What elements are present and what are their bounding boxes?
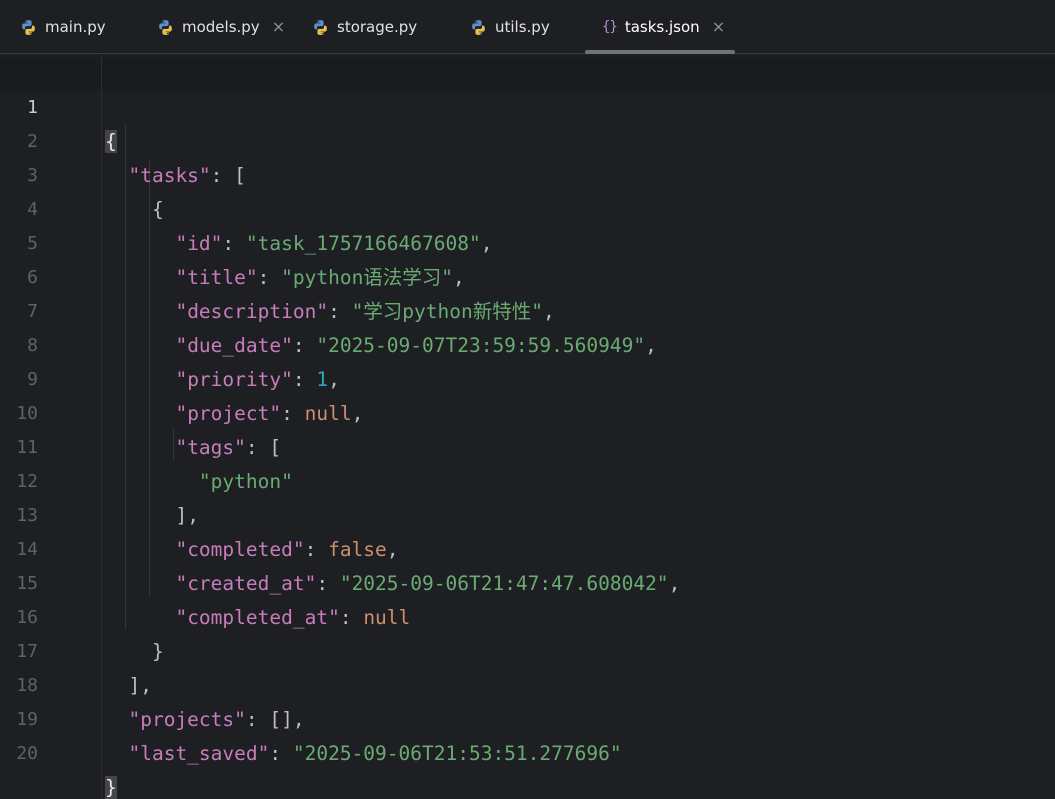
code-line[interactable]: 11 "python" xyxy=(0,397,1055,493)
code-line[interactable]: 12 ], xyxy=(0,431,1055,527)
tab-label: main.py xyxy=(45,18,106,36)
tab-label: tasks.json xyxy=(624,18,700,36)
code-line[interactable]: 7 "due_date": "2025-09-07T23:59:59.56094… xyxy=(0,261,1055,357)
code-line[interactable]: 6 "description": "学习python新特性", xyxy=(0,227,1055,323)
python-file-icon xyxy=(159,19,172,35)
punctuation: : xyxy=(269,742,293,765)
editor-tab-bar: main.py models.py × storage.py utils.py xyxy=(0,0,1055,54)
code-line[interactable]: 17 ], xyxy=(0,601,1055,697)
code-line[interactable]: 13 "completed": false, xyxy=(0,465,1055,561)
tab-models-py[interactable]: models.py × xyxy=(157,0,285,54)
code-line[interactable]: 8 "priority": 1, xyxy=(0,295,1055,391)
tab-tasks-json[interactable]: {} tasks.json × xyxy=(602,0,725,54)
tab-storage-py[interactable]: storage.py xyxy=(312,0,417,54)
json-string: "2025-09-06T21:53:51.277696" xyxy=(292,742,622,765)
code-line[interactable]: 9 "project": null, xyxy=(0,329,1055,425)
code-line[interactable]: 1 { xyxy=(0,57,1055,153)
brace-match: } xyxy=(105,776,117,799)
code-editor[interactable]: 1 { 2 "tasks": [ 3 { 4 "id": "task_17571… xyxy=(0,55,1055,799)
code-line[interactable]: 16 } xyxy=(0,567,1055,663)
python-file-icon xyxy=(472,19,485,35)
code-line[interactable]: 18 "projects": [], xyxy=(0,635,1055,731)
code-line[interactable]: 14 "created_at": "2025-09-06T21:47:47.60… xyxy=(0,499,1055,595)
python-file-icon xyxy=(22,19,35,35)
close-icon[interactable]: × xyxy=(272,19,285,35)
code-line[interactable]: 2 "tasks": [ xyxy=(0,91,1055,187)
code-line[interactable]: 19 "last_saved": "2025-09-06T21:53:51.27… xyxy=(0,669,1055,765)
tab-label: utils.py xyxy=(495,18,550,36)
line-number: 20 xyxy=(16,743,38,764)
code-line[interactable]: 15 "completed_at": null xyxy=(0,533,1055,629)
tab-main-py[interactable]: main.py xyxy=(20,0,106,54)
code-line[interactable]: 5 "title": "python语法学习", xyxy=(0,193,1055,289)
python-file-icon xyxy=(314,19,327,35)
tab-label: models.py xyxy=(182,18,260,36)
tab-utils-py[interactable]: utils.py xyxy=(470,0,550,54)
code-line[interactable]: 3 { xyxy=(0,125,1055,221)
code-line[interactable]: 10 "tags": [ xyxy=(0,363,1055,459)
json-file-icon: {} xyxy=(602,19,618,35)
code-line[interactable]: 20 } xyxy=(0,703,1055,799)
close-icon[interactable]: × xyxy=(712,19,725,35)
code-line[interactable]: 4 "id": "task_1757166467608", xyxy=(0,159,1055,255)
active-tab-indicator xyxy=(585,50,735,54)
json-key: "last_saved" xyxy=(128,742,270,765)
tab-label: storage.py xyxy=(337,18,418,36)
